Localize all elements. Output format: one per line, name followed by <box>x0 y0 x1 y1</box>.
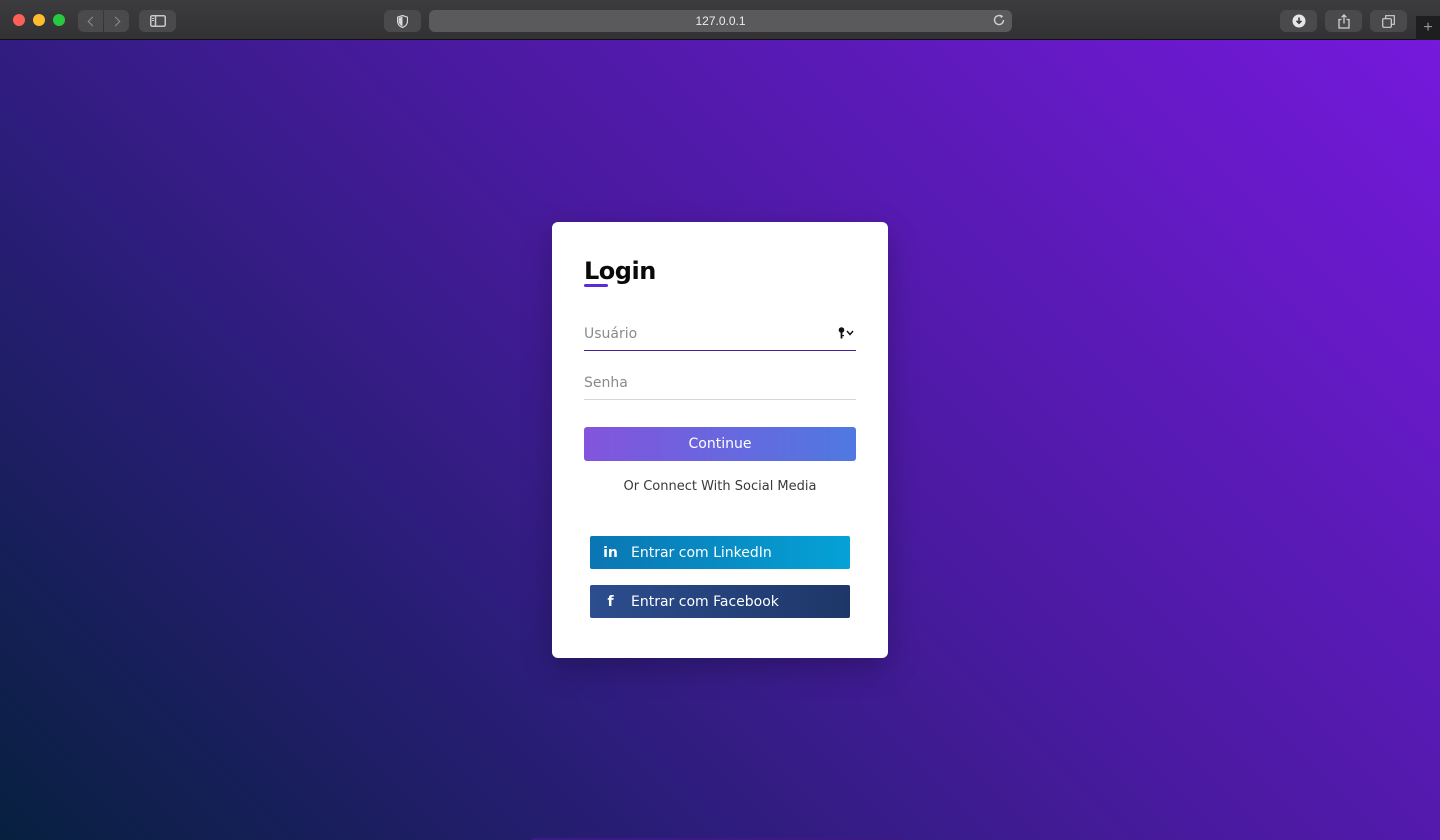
title-underline <box>584 284 608 287</box>
download-icon <box>1292 14 1305 28</box>
facebook-icon: f <box>607 593 614 610</box>
privacy-report-button[interactable] <box>384 10 421 32</box>
back-icon <box>87 16 97 26</box>
linkedin-login-label: Entrar com LinkedIn <box>631 544 772 561</box>
page-background: Login Continue Or Connect With Social Me… <box>0 40 1440 840</box>
sidebar-toggle-button[interactable] <box>139 10 176 32</box>
reload-icon[interactable] <box>992 13 1006 27</box>
new-tab-button[interactable]: + <box>1416 16 1440 40</box>
continue-button[interactable]: Continue <box>584 427 856 461</box>
password-input[interactable] <box>584 366 856 399</box>
username-field-wrapper <box>584 317 856 351</box>
linkedin-icon: in <box>603 544 618 561</box>
address-bar[interactable]: 127.0.0.1 <box>429 10 1012 32</box>
forward-button[interactable] <box>104 10 129 32</box>
browser-toolbar: 127.0.0.1 + <box>0 0 1440 40</box>
sidebar-icon <box>149 15 166 27</box>
chevron-down-icon <box>846 330 854 336</box>
key-icon <box>838 327 845 339</box>
password-autofill-button[interactable] <box>838 327 854 339</box>
url-text: 127.0.0.1 <box>695 14 746 28</box>
username-input[interactable] <box>584 317 856 350</box>
forward-icon <box>110 16 120 26</box>
zoom-window-button[interactable] <box>53 14 65 26</box>
close-window-button[interactable] <box>13 14 25 26</box>
downloads-button[interactable] <box>1280 10 1317 32</box>
shield-icon <box>397 14 408 28</box>
tab-overview-button[interactable] <box>1370 10 1407 32</box>
facebook-login-label: Entrar com Facebook <box>631 593 779 610</box>
share-button[interactable] <box>1325 10 1362 32</box>
tabs-icon <box>1382 14 1395 28</box>
social-prompt: Or Connect With Social Media <box>623 479 817 494</box>
navigation-buttons <box>78 10 129 32</box>
share-icon <box>1337 13 1350 29</box>
page-title: Login <box>584 257 656 285</box>
facebook-login-button[interactable]: f Entrar com Facebook <box>590 585 850 618</box>
password-field-wrapper <box>584 366 856 400</box>
login-card: Login Continue Or Connect With Social Me… <box>552 222 888 658</box>
minimize-window-button[interactable] <box>33 14 45 26</box>
linkedin-login-button[interactable]: in Entrar com LinkedIn <box>590 536 850 569</box>
back-button[interactable] <box>78 10 103 32</box>
